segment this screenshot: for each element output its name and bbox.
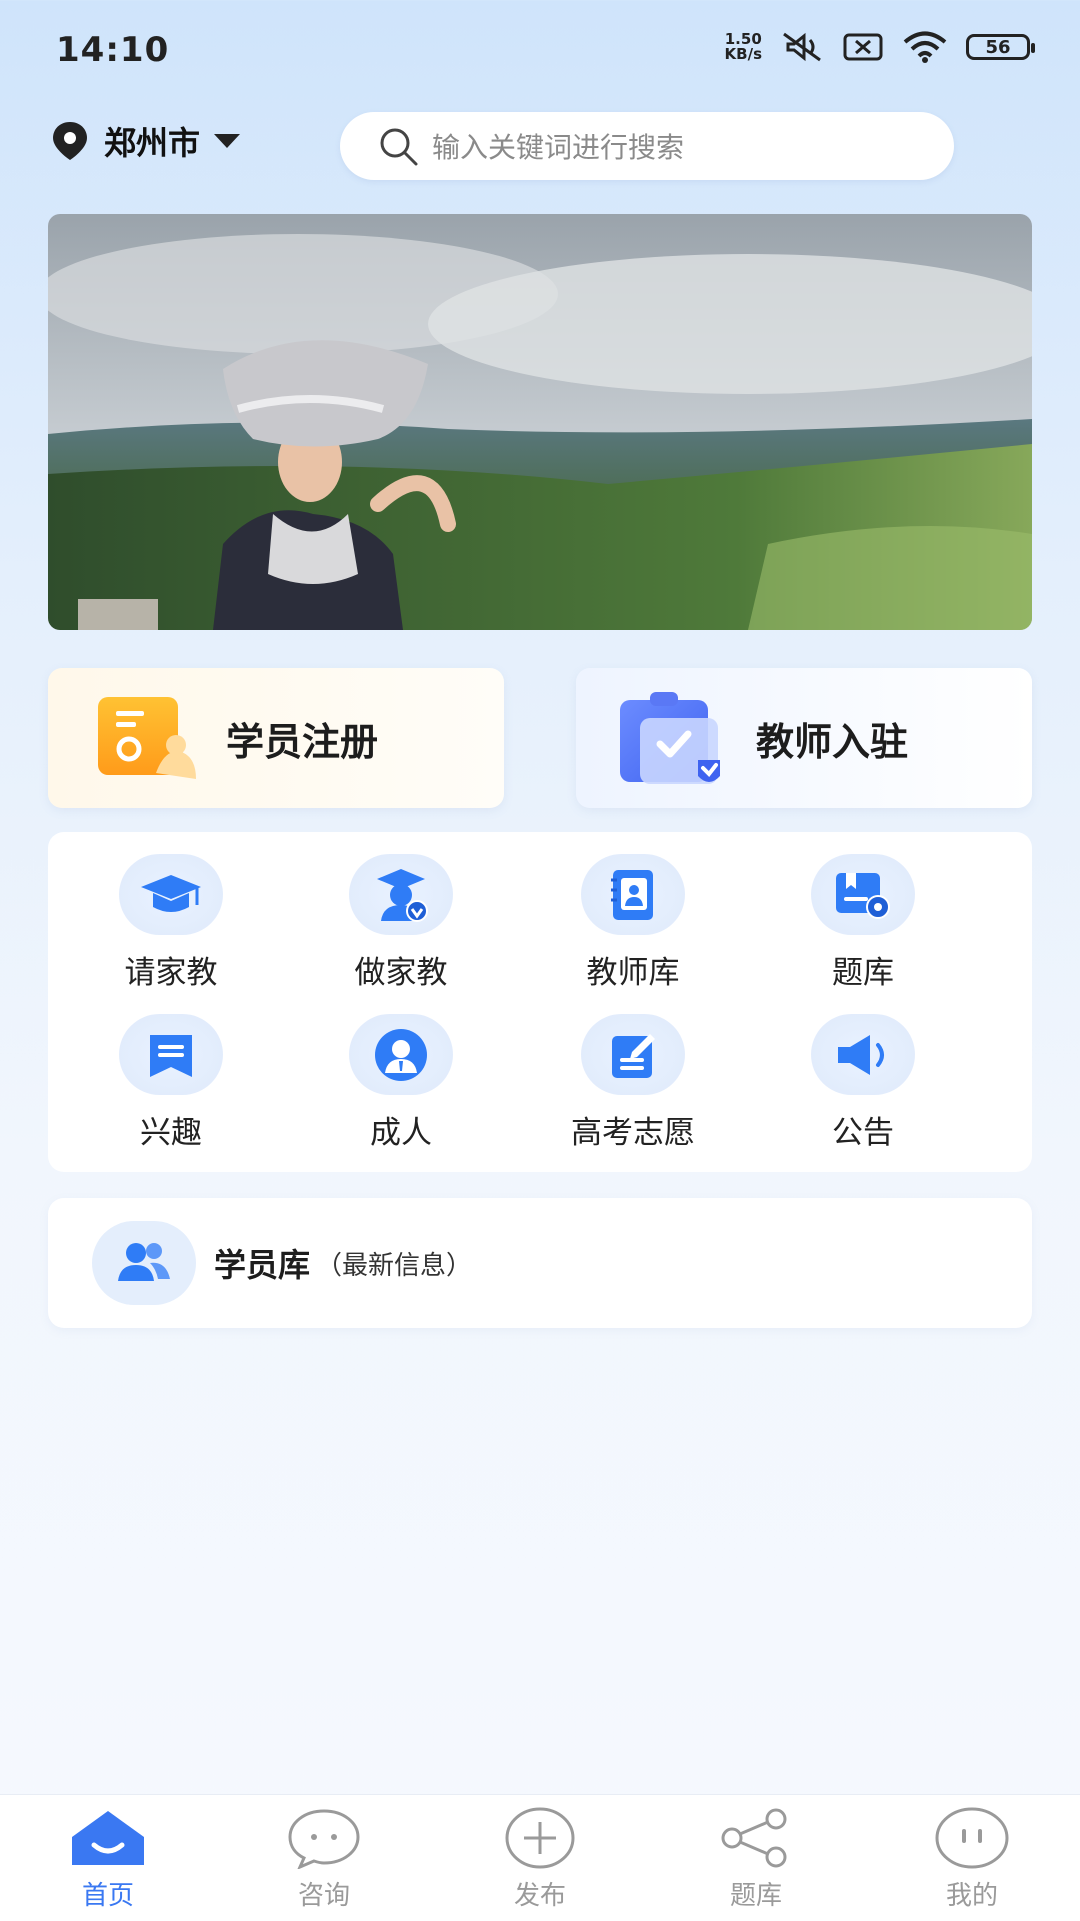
search-bar[interactable]: 输入关键词进行搜索 bbox=[340, 112, 954, 180]
chat-icon bbox=[288, 1809, 360, 1869]
grid-item-announcement[interactable]: 公告 bbox=[740, 992, 986, 1152]
exam-form-icon bbox=[581, 1014, 685, 1095]
tab-mine[interactable]: 我的 bbox=[864, 1795, 1080, 1921]
status-bar: 14:10 1.50 KB/s 56 bbox=[0, 0, 1080, 100]
network-speed: 1.50 KB/s bbox=[724, 30, 762, 63]
grid-item-college-application[interactable]: 高考志愿 bbox=[510, 992, 756, 1152]
student-library-title: 学员库 bbox=[214, 1246, 311, 1284]
location-selector[interactable]: 郑州市 bbox=[48, 118, 242, 164]
banner-image[interactable] bbox=[48, 214, 1032, 630]
banner-photo bbox=[48, 214, 1032, 630]
city-label: 郑州市 bbox=[104, 124, 201, 162]
location-pin-icon bbox=[53, 122, 87, 160]
grid-item-be-tutor[interactable]: 做家教 bbox=[278, 832, 524, 992]
chevron-down-icon bbox=[214, 134, 241, 148]
sim-disabled-icon bbox=[843, 33, 883, 61]
plus-circle-icon bbox=[505, 1807, 575, 1869]
tab-home[interactable]: 首页 bbox=[0, 1795, 216, 1921]
grid-item-interest[interactable]: 兴趣 bbox=[48, 992, 294, 1152]
graduation-cap-icon bbox=[119, 854, 223, 935]
quick-cards: 学员注册 教师入驻 bbox=[48, 668, 1032, 810]
teacher-verified-icon bbox=[349, 854, 453, 935]
wifi-icon bbox=[903, 31, 947, 63]
share-icon bbox=[721, 1808, 787, 1868]
grid-item-find-tutor[interactable]: 请家教 bbox=[48, 832, 294, 992]
student-library-subtitle: （最新信息） bbox=[316, 1250, 473, 1281]
battery-indicator: 56 bbox=[966, 34, 1035, 60]
tab-publish[interactable]: 发布 bbox=[432, 1795, 648, 1921]
grid-item-teacher-library[interactable]: 教师库 bbox=[510, 832, 756, 992]
users-icon bbox=[92, 1221, 196, 1305]
grid-item-question-bank[interactable]: 题库 bbox=[740, 832, 986, 992]
tab-consult[interactable]: 咨询 bbox=[216, 1795, 432, 1921]
student-register-icon bbox=[98, 697, 196, 779]
adult-person-icon bbox=[349, 1014, 453, 1095]
search-icon bbox=[380, 128, 418, 166]
student-register-button[interactable]: 学员注册 bbox=[48, 668, 504, 808]
question-bank-icon bbox=[811, 854, 915, 935]
student-register-label: 学员注册 bbox=[226, 719, 379, 764]
search-input[interactable]: 输入关键词进行搜索 bbox=[432, 126, 684, 166]
teacher-join-icon bbox=[620, 692, 720, 784]
mute-icon bbox=[783, 32, 821, 62]
bottom-tab-bar: 首页 咨询 发布 题库 我的 bbox=[0, 1794, 1080, 1921]
face-icon bbox=[935, 1807, 1009, 1869]
home-icon bbox=[72, 1811, 144, 1865]
function-grid: 请家教 做家教 教师库 题库 兴趣 成人 高考志愿 公告 bbox=[48, 832, 1032, 1172]
interest-bookmark-icon bbox=[119, 1014, 223, 1095]
teacher-book-icon bbox=[581, 854, 685, 935]
status-icons: 1.50 KB/s 56 bbox=[724, 30, 1035, 64]
teacher-join-label: 教师入驻 bbox=[756, 719, 909, 764]
tab-question-bank[interactable]: 题库 bbox=[648, 1795, 864, 1921]
teacher-join-button[interactable]: 教师入驻 bbox=[576, 668, 1032, 808]
student-library-entry[interactable]: 学员库 （最新信息） bbox=[48, 1198, 1032, 1328]
status-time: 14:10 bbox=[56, 30, 170, 70]
grid-item-adult[interactable]: 成人 bbox=[278, 992, 524, 1152]
megaphone-icon bbox=[811, 1014, 915, 1095]
